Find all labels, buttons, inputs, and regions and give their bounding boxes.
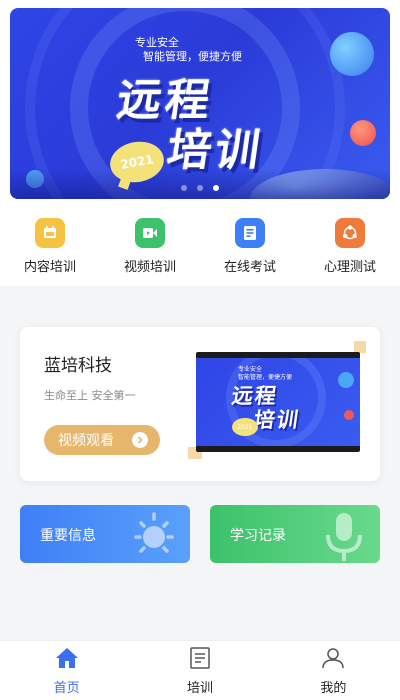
exam-icon <box>235 218 265 248</box>
quick-nav: 内容培训 视频培训 在线考试 心理测试 <box>0 218 400 278</box>
video-icon <box>135 218 165 248</box>
thumb-year-badge: 2021 <box>232 418 258 436</box>
video-thumbnail-image: 专业安全 智能管理，便捷方便 远程 培训 2021 <box>196 358 360 446</box>
home-icon <box>55 647 79 673</box>
document-icon <box>35 218 65 248</box>
banner-year: 2021 <box>119 152 155 172</box>
tab-home-label: 首页 <box>53 681 80 696</box>
tab-mine-label: 我的 <box>320 681 347 696</box>
thumb-bubble-decoration <box>338 372 354 388</box>
quick-label: 心理测试 <box>323 260 376 275</box>
tab-training[interactable]: 培训 <box>133 641 266 700</box>
banner-slogan-line2: 智能管理，便捷方便 <box>143 50 242 63</box>
promo-subtitle: 生命至上 安全第一 <box>44 389 136 402</box>
watch-video-label: 视频观看 <box>58 433 114 449</box>
quick-label: 内容培训 <box>23 260 76 275</box>
bottom-tab-bar: 首页 培训 我的 <box>0 640 400 700</box>
banner-carousel[interactable]: 专业安全 智能管理，便捷方便 远程 培训 2021 <box>10 8 390 199</box>
chevron-right-icon <box>132 432 148 448</box>
banner-dot[interactable] <box>197 185 203 191</box>
promo-card[interactable]: 蓝培科技 生命至上 安全第一 视频观看 专业安全 智能管理，便捷方便 远程 培训… <box>20 327 380 481</box>
thumb-year: 2021 <box>237 423 253 431</box>
banner-bubble-decoration <box>350 120 376 146</box>
banner-title-line2: 培训 <box>163 125 267 176</box>
study-records-label: 学习记录 <box>230 528 286 544</box>
share-icon <box>335 218 365 248</box>
banner-bubble-decoration <box>330 32 374 76</box>
promo-title: 蓝培科技 <box>44 356 112 376</box>
banner-dot[interactable] <box>181 185 187 191</box>
banner-dot-active[interactable] <box>213 185 219 191</box>
sun-icon <box>128 509 180 563</box>
quick-item-content-training[interactable]: 内容培训 <box>0 218 100 278</box>
banner-slogan-line1: 专业安全 <box>135 36 179 49</box>
banner-slogan: 专业安全 智能管理，便捷方便 <box>135 36 242 64</box>
important-info-tile[interactable]: 重要信息 <box>20 505 190 563</box>
quick-label: 在线考试 <box>223 260 276 275</box>
thumb-slogan-line1: 专业安全 <box>238 366 263 373</box>
microphone-icon <box>318 509 370 563</box>
banner-pagination <box>10 185 390 191</box>
quick-item-online-exam[interactable]: 在线考试 <box>200 218 300 278</box>
quick-item-video-training[interactable]: 视频培训 <box>100 218 200 278</box>
user-icon <box>321 647 345 673</box>
thumb-bubble-decoration <box>344 410 354 420</box>
tab-training-label: 培训 <box>186 681 213 696</box>
important-info-label: 重要信息 <box>40 528 96 544</box>
quick-label: 视频培训 <box>123 260 176 275</box>
study-records-tile[interactable]: 学习记录 <box>210 505 380 563</box>
quick-item-psych-test[interactable]: 心理测试 <box>300 218 400 278</box>
thumb-title-line2: 培训 <box>252 408 302 432</box>
video-thumbnail[interactable]: 专业安全 智能管理，便捷方便 远程 培训 2021 <box>196 352 360 452</box>
tab-home[interactable]: 首页 <box>0 641 133 700</box>
training-icon <box>188 647 212 673</box>
tab-mine[interactable]: 我的 <box>267 641 400 700</box>
watch-video-button[interactable]: 视频观看 <box>44 425 160 455</box>
